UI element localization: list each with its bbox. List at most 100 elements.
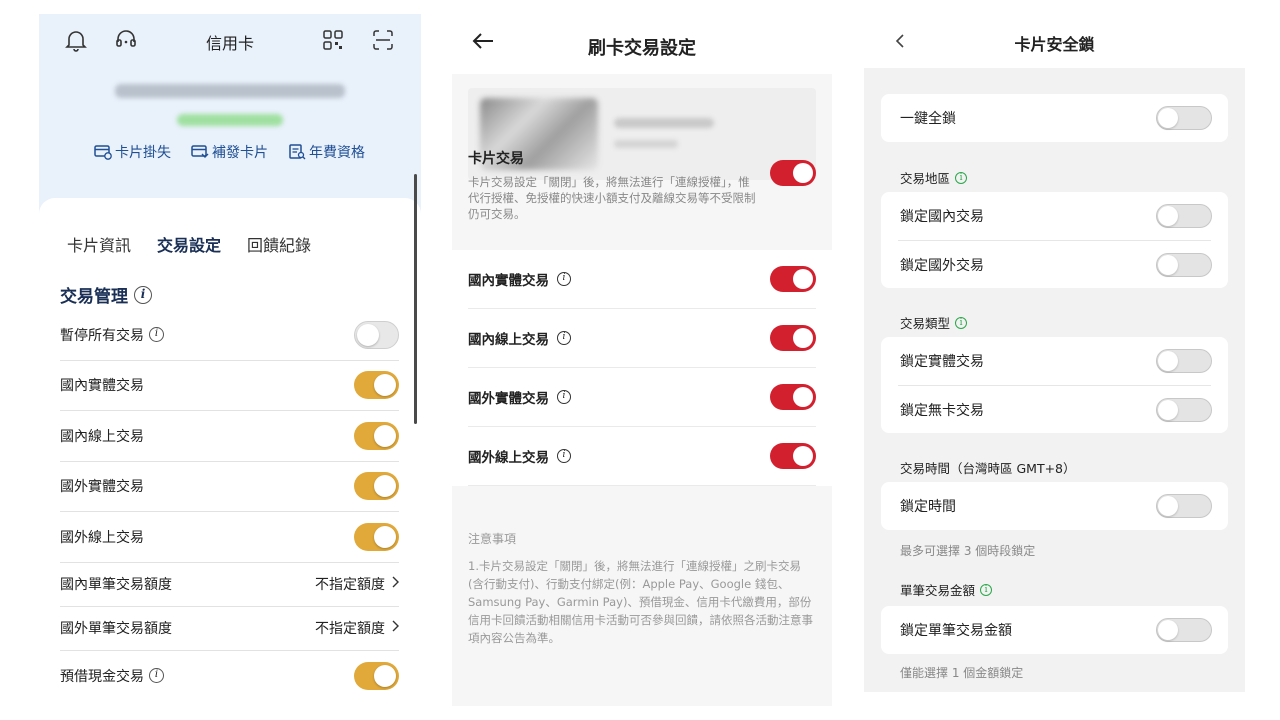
setting-label-group: 國內單筆交易額度 bbox=[60, 574, 172, 594]
setting-label-group: 國內實體交易 bbox=[60, 375, 144, 395]
transaction-row: 國外實體交易 i bbox=[468, 368, 816, 427]
setting-label-group: 國內線上交易 bbox=[60, 426, 144, 446]
one-key-lock-label: 一鍵全鎖 bbox=[900, 111, 956, 127]
card-transaction-settings-panel: 刷卡交易設定 卡片交易 卡片交易設定「關閉」後，將無法進行「連線授權」，惟代行授… bbox=[452, 14, 832, 706]
type-title: 交易類型 bbox=[900, 316, 951, 331]
toggle-knob bbox=[793, 446, 813, 466]
info-icon[interactable]: i bbox=[557, 331, 571, 345]
notes-heading: 注意事項 bbox=[468, 532, 517, 546]
transaction-label-group: 國外實體交易 i bbox=[468, 387, 571, 407]
transaction-label: 國內線上交易 bbox=[468, 332, 549, 348]
info-icon[interactable]: i bbox=[955, 171, 968, 184]
tab-transaction-settings[interactable]: 交易設定 bbox=[151, 232, 228, 259]
transaction-row: 國內實體交易 i bbox=[468, 250, 816, 309]
amount-title: 單筆交易金額 bbox=[900, 583, 976, 598]
setting-toggle[interactable] bbox=[354, 661, 399, 690]
setting-toggle[interactable] bbox=[354, 522, 399, 551]
chevron-right-icon bbox=[391, 620, 399, 636]
card-reissue-icon bbox=[191, 145, 209, 158]
annual-fee-button[interactable]: 年費資格 bbox=[288, 142, 365, 162]
lock-label: 鎖定國外交易 bbox=[900, 257, 984, 274]
notes-section: 注意事項 1.卡片交易設定「關閉」後，將無法進行「連線授權」之刷卡交易(含行動支… bbox=[468, 530, 816, 647]
setting-toggle[interactable] bbox=[354, 472, 399, 501]
lock-toggle[interactable] bbox=[1156, 494, 1212, 518]
page-title: 信用卡 bbox=[205, 34, 254, 53]
limit-value-group[interactable]: 不指定額度 bbox=[315, 618, 399, 638]
transaction-toggle[interactable] bbox=[770, 266, 816, 292]
info-icon[interactable]: i bbox=[557, 390, 571, 404]
lock-toggle[interactable] bbox=[1156, 349, 1212, 373]
setting-row[interactable]: 國外單筆交易額度 不指定額度 bbox=[60, 607, 399, 651]
blurred-card-name bbox=[614, 118, 714, 128]
card-transaction-description: 卡片交易設定「關閉」後，將無法進行「連線授權」，惟代行授權、免授權的快速小額支付… bbox=[468, 175, 756, 221]
toggle-knob bbox=[357, 323, 379, 346]
info-icon[interactable]: i bbox=[980, 583, 993, 596]
setting-label: 暫停所有交易 bbox=[60, 327, 144, 344]
info-icon[interactable]: i bbox=[149, 668, 164, 684]
toggle-knob bbox=[1158, 400, 1178, 420]
transaction-toggle[interactable] bbox=[770, 443, 816, 469]
scrollbar[interactable] bbox=[414, 174, 417, 424]
lock-label: 鎖定國內交易 bbox=[900, 209, 984, 225]
one-key-lock-row: 一鍵全鎖 bbox=[881, 94, 1228, 142]
lock-toggle[interactable] bbox=[1156, 204, 1212, 228]
setting-label-group: 國外實體交易 bbox=[60, 476, 144, 496]
toggle-knob bbox=[1158, 108, 1178, 128]
info-icon[interactable]: i bbox=[557, 449, 571, 463]
lock-label: 鎖定單筆交易金額 bbox=[900, 623, 1012, 639]
page-title: 刷卡交易設定 bbox=[588, 38, 696, 59]
setting-toggle[interactable] bbox=[354, 421, 399, 450]
tab-card-info[interactable]: 卡片資訊 bbox=[67, 232, 131, 256]
setting-label: 國外實體交易 bbox=[60, 479, 144, 496]
tab-rewards-history[interactable]: 回饋紀錄 bbox=[247, 232, 311, 256]
transaction-toggle[interactable] bbox=[770, 325, 816, 351]
setting-toggle[interactable] bbox=[354, 320, 399, 349]
info-icon[interactable]: i bbox=[557, 272, 571, 286]
type-section-title: 交易類型 i bbox=[900, 313, 968, 332]
credit-card-panel: 信用卡 卡片掛失 補發卡片 年費資格 卡片資訊 交易設定 回饋紀錄 交易管理 i… bbox=[39, 14, 421, 706]
lock-toggle[interactable] bbox=[1156, 618, 1212, 642]
transaction-label: 國外線上交易 bbox=[468, 450, 549, 466]
time-hint: 最多可選擇 3 個時段鎖定 bbox=[900, 544, 1036, 558]
setting-row: 暫停所有交易 i bbox=[60, 310, 399, 361]
chevron-right-icon bbox=[391, 576, 399, 592]
info-icon[interactable]: i bbox=[149, 327, 164, 343]
info-icon[interactable]: i bbox=[955, 316, 968, 329]
time-title: 交易時間（台灣時區 GMT+8） bbox=[900, 461, 1076, 476]
setting-label-group: 預借現金交易 i bbox=[60, 666, 164, 686]
setting-toggle[interactable] bbox=[354, 371, 399, 400]
lock-toggle[interactable] bbox=[1156, 253, 1212, 277]
toggle-knob bbox=[1158, 620, 1178, 640]
limit-value: 不指定額度 bbox=[315, 577, 385, 593]
toggle-knob bbox=[374, 525, 396, 548]
report-lost-card-label: 卡片掛失 bbox=[115, 145, 171, 161]
limit-value-group[interactable]: 不指定額度 bbox=[315, 574, 399, 594]
document-search-icon bbox=[289, 144, 306, 160]
toggle-knob bbox=[374, 374, 396, 397]
transaction-toggle[interactable] bbox=[770, 384, 816, 410]
toggle-knob bbox=[1158, 351, 1178, 371]
setting-label-group: 暫停所有交易 i bbox=[60, 325, 164, 345]
region-title: 交易地區 bbox=[900, 171, 951, 186]
transaction-label-group: 國外線上交易 i bbox=[468, 446, 571, 466]
blurred-card-number bbox=[614, 140, 678, 148]
page-title: 卡片安全鎖 bbox=[1014, 35, 1095, 54]
blurred-card-name bbox=[115, 84, 345, 98]
setting-row: 預借現金交易 i bbox=[60, 651, 399, 702]
card-transaction-label: 卡片交易 bbox=[468, 151, 524, 167]
toggle-knob bbox=[374, 424, 396, 447]
setting-label-group: 國外單筆交易額度 bbox=[60, 618, 172, 638]
setting-label: 國外線上交易 bbox=[60, 529, 144, 546]
notes-text: 1.卡片交易設定「關閉」後，將無法進行「連線授權」之刷卡交易(含行動支付)、行動… bbox=[468, 559, 813, 645]
info-icon[interactable]: i bbox=[134, 285, 152, 304]
report-lost-card-button[interactable]: 卡片掛失 bbox=[94, 142, 171, 162]
one-key-lock-toggle[interactable] bbox=[1156, 106, 1212, 130]
card-transaction-toggle[interactable] bbox=[770, 160, 816, 186]
one-key-lock-card: 一鍵全鎖 bbox=[881, 94, 1228, 142]
setting-row[interactable]: 國內單筆交易額度 不指定額度 bbox=[60, 563, 399, 607]
reissue-card-button[interactable]: 補發卡片 bbox=[191, 142, 268, 162]
setting-row: 國外實體交易 bbox=[60, 462, 399, 512]
lock-toggle[interactable] bbox=[1156, 398, 1212, 422]
lock-row: 鎖定單筆交易金額 bbox=[881, 606, 1228, 654]
card-transaction-setting: 卡片交易 卡片交易設定「關閉」後，將無法進行「連線授權」，惟代行授權、免授權的快… bbox=[468, 148, 816, 222]
